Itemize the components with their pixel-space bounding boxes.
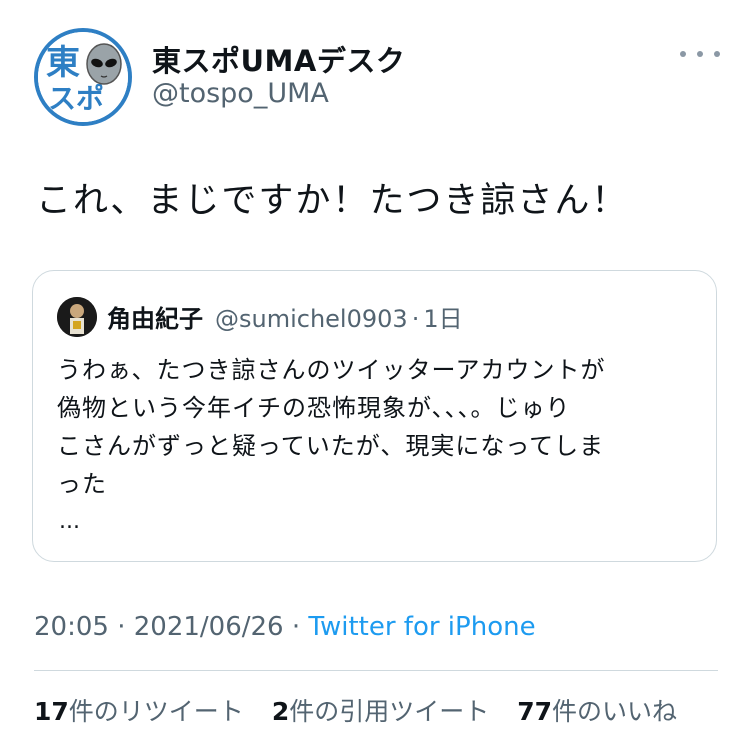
tweet-text: これ、まじですか！たつき諒さん！ — [36, 181, 629, 221]
tweet-time[interactable]: 20:05 — [34, 612, 109, 642]
quoted-timestamp[interactable]: 1日 — [423, 299, 462, 334]
tweet-timestamp-line: 20:05 · 2021/06/26 · Twitter for iPhone — [34, 612, 536, 642]
tweet-client-link[interactable]: Twitter for iPhone — [308, 612, 535, 642]
more-dot — [697, 51, 703, 57]
likes-label: 件のいいね — [552, 697, 678, 726]
divider — [34, 670, 718, 671]
quoted-text-line: 偽物という今年イチの恐怖現象が、、、。じゅり — [57, 394, 571, 422]
author-display-name[interactable]: 東スポUMAデスク — [152, 38, 405, 80]
quotes-count: 2 — [271, 697, 290, 726]
avatar-text-top: 東 — [46, 43, 80, 83]
author-avatar[interactable]: 東 スポ — [34, 28, 132, 126]
quoted-truncation-ellipsis: ... — [59, 509, 80, 534]
quotes-stat[interactable]: 2件の引用ツイート — [272, 692, 489, 728]
quoted-author-name[interactable]: 角由紀子 — [107, 299, 203, 334]
tweet-date[interactable]: 2021/06/26 — [134, 612, 284, 642]
timestamp-separator: · — [291, 612, 301, 642]
quoted-author-handle[interactable]: @sumichel0903 — [215, 305, 408, 333]
more-dot — [680, 51, 686, 57]
quoted-avatar-image-icon — [57, 297, 97, 337]
retweets-stat[interactable]: 17件のリツイート — [34, 692, 244, 728]
quotes-label: 件の引用ツイート — [289, 697, 490, 726]
quoted-tweet-card[interactable]: 角由紀子 @sumichel0903 · 1日 うわぁ、たつき諒さんのツイッター… — [32, 270, 717, 562]
tweet-header: 東 スポ 東スポUMAデスク @tospo_UMA — [34, 28, 724, 128]
avatar-logo-icon: 東 スポ — [38, 32, 128, 122]
timestamp-separator: · — [117, 612, 126, 642]
more-options-icon[interactable] — [680, 44, 720, 64]
quoted-text-line: うわぁ、たつき諒さんのツイッターアカウントが — [57, 356, 606, 384]
quoted-text-line: った — [57, 470, 107, 498]
avatar-text-bottom: スポ — [48, 82, 104, 115]
quoted-tweet-meta: 角由紀子 @sumichel0903 · 1日 — [107, 299, 463, 334]
retweets-label: 件のリツイート — [68, 697, 244, 726]
quoted-text-line: こさんがずっと疑っていたが、現実になってしま — [57, 432, 605, 460]
quoted-tweet-text: うわぁ、たつき諒さんのツイッターアカウントが 偽物という今年イチの恐怖現象が、、… — [57, 351, 697, 503]
retweets-count: 17 — [34, 697, 69, 726]
tweet-stats: 17件のリツイート 2件の引用ツイート 77件のいいね — [34, 692, 705, 728]
likes-count: 77 — [517, 697, 553, 726]
quoted-separator: · — [411, 305, 420, 333]
author-handle[interactable]: @tospo_UMA — [152, 78, 329, 109]
more-dot — [714, 51, 720, 57]
quoted-author-avatar[interactable] — [57, 297, 97, 337]
likes-stat[interactable]: 77件のいいね — [517, 692, 677, 728]
